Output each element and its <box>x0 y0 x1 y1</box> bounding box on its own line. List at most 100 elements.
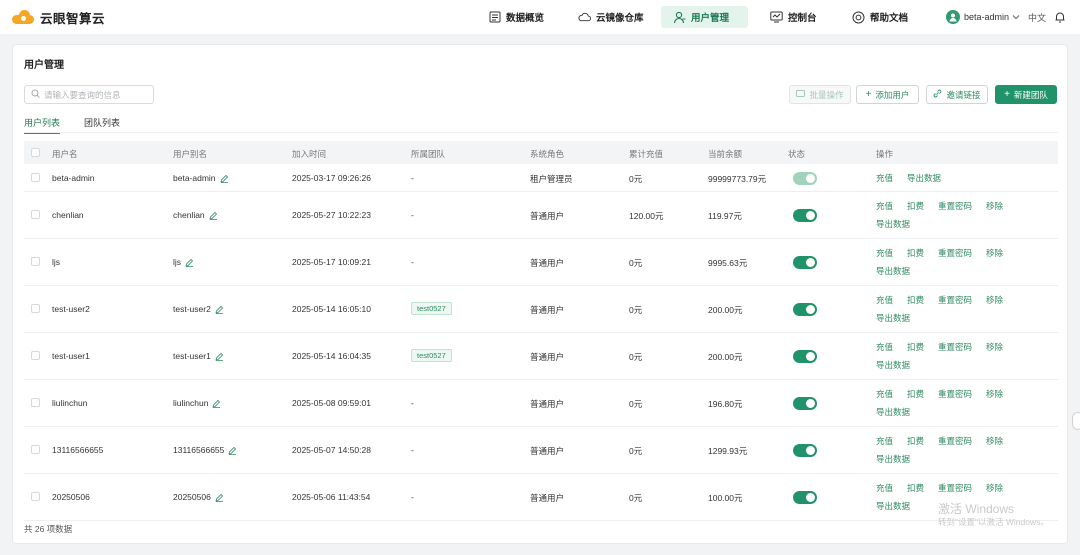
alias-cell: test-user1 <box>173 351 224 361</box>
windows-activation-watermark: 激活 Windows 转到"设置"以激活 Windows。 <box>938 502 1049 528</box>
balance-cell: 119.97元 <box>708 211 742 221</box>
deduct-link[interactable]: 扣费 <box>907 291 924 309</box>
remove-link[interactable]: 移除 <box>986 479 1003 497</box>
edit-icon[interactable] <box>219 174 229 183</box>
plus-icon: + <box>1004 88 1010 100</box>
nav-image-registry[interactable]: 云镜像仓库 <box>566 6 656 28</box>
dashboard-icon <box>488 11 501 24</box>
deduct-link[interactable]: 扣费 <box>907 479 924 497</box>
export-data-link[interactable]: 导出数据 <box>876 215 1012 233</box>
recharge-cell: 0元 <box>629 352 643 362</box>
status-toggle[interactable] <box>793 256 817 269</box>
batch-operation-button[interactable]: 批量操作 <box>789 85 851 104</box>
status-toggle[interactable] <box>793 303 817 316</box>
row-checkbox[interactable] <box>31 492 40 501</box>
reset-password-link[interactable]: 重置密码 <box>938 385 972 403</box>
nav-help-docs[interactable]: 帮助文档 <box>840 6 920 28</box>
nav-user-management[interactable]: 用户管理 <box>661 6 748 28</box>
recharge-link[interactable]: 充值 <box>876 385 893 403</box>
recharge-link[interactable]: 充值 <box>876 197 893 215</box>
status-toggle[interactable] <box>793 350 817 363</box>
reset-password-link[interactable]: 重置密码 <box>938 338 972 356</box>
status-toggle[interactable] <box>793 209 817 222</box>
status-toggle[interactable] <box>793 444 817 457</box>
nav-label: 用户管理 <box>691 13 730 24</box>
invite-link-label: 邀请链接 <box>946 89 981 100</box>
new-team-button[interactable]: + 新建团队 <box>995 85 1057 104</box>
edit-icon[interactable] <box>215 352 224 361</box>
export-data-link[interactable]: 导出数据 <box>876 450 1012 468</box>
edit-icon[interactable] <box>215 493 224 502</box>
tab-team-list[interactable]: 团队列表 <box>84 116 120 132</box>
export-data-link[interactable]: 导出数据 <box>907 169 941 187</box>
remove-link[interactable]: 移除 <box>986 197 1003 215</box>
balance-cell: 200.00元 <box>708 352 743 362</box>
export-data-link[interactable]: 导出数据 <box>876 262 1012 280</box>
deduct-link[interactable]: 扣费 <box>907 432 924 450</box>
status-toggle[interactable] <box>793 491 817 504</box>
username-cell: test-user1 <box>52 351 90 361</box>
deduct-link[interactable]: 扣费 <box>907 338 924 356</box>
tab-user-list[interactable]: 用户列表 <box>24 116 61 134</box>
export-data-link[interactable]: 导出数据 <box>876 356 1012 374</box>
select-all-checkbox[interactable] <box>31 148 40 157</box>
row-checkbox[interactable] <box>31 257 40 266</box>
language-switch[interactable]: 中文 <box>1028 11 1046 24</box>
deduct-link[interactable]: 扣费 <box>907 244 924 262</box>
user-menu[interactable]: beta-admin 中文 <box>946 9 1066 25</box>
row-checkbox[interactable] <box>31 173 40 182</box>
reset-password-link[interactable]: 重置密码 <box>938 479 972 497</box>
edit-icon[interactable] <box>212 399 221 408</box>
nav-console[interactable]: 控制台 <box>758 6 829 28</box>
recharge-link[interactable]: 充值 <box>876 169 893 187</box>
row-checkbox[interactable] <box>31 210 40 219</box>
team-cell: - <box>411 173 414 183</box>
remove-link[interactable]: 移除 <box>986 385 1003 403</box>
export-data-link[interactable]: 导出数据 <box>876 403 1012 421</box>
remove-link[interactable]: 移除 <box>986 338 1003 356</box>
remove-link[interactable]: 移除 <box>986 432 1003 450</box>
reset-password-link[interactable]: 重置密码 <box>938 291 972 309</box>
bell-icon[interactable] <box>1054 11 1066 23</box>
reset-password-link[interactable]: 重置密码 <box>938 244 972 262</box>
username-cell: 20250506 <box>52 492 90 502</box>
row-checkbox[interactable] <box>31 351 40 360</box>
table-row: test-user2 test-user2 2025-05-14 16:05:1… <box>24 286 1058 333</box>
remove-link[interactable]: 移除 <box>986 291 1003 309</box>
edit-icon[interactable] <box>215 305 224 314</box>
invite-link-button[interactable]: 邀请链接 <box>926 85 988 104</box>
user-table: 用户名 用户别名 加入时间 所属团队 系统角色 累计充值 当前余额 状态 操作 … <box>24 141 1058 521</box>
row-checkbox[interactable] <box>31 398 40 407</box>
row-checkbox[interactable] <box>31 445 40 454</box>
remove-link[interactable]: 移除 <box>986 244 1003 262</box>
status-toggle[interactable] <box>793 172 817 185</box>
add-user-button[interactable]: + 添加用户 <box>856 85 919 104</box>
search-input[interactable] <box>44 89 149 100</box>
search-box[interactable] <box>24 85 154 104</box>
recharge-link[interactable]: 充值 <box>876 432 893 450</box>
avatar <box>946 10 960 24</box>
add-user-label: 添加用户 <box>875 89 910 100</box>
status-toggle[interactable] <box>793 397 817 410</box>
reset-password-link[interactable]: 重置密码 <box>938 432 972 450</box>
export-data-link[interactable]: 导出数据 <box>876 309 1012 327</box>
recharge-link[interactable]: 充值 <box>876 338 893 356</box>
deduct-link[interactable]: 扣费 <box>907 385 924 403</box>
side-panel-handle[interactable] <box>1072 412 1080 430</box>
nav-dashboard[interactable]: 数据概览 <box>476 6 556 28</box>
reset-password-link[interactable]: 重置密码 <box>938 197 972 215</box>
recharge-link[interactable]: 充值 <box>876 244 893 262</box>
alias-cell: test-user2 <box>173 304 224 314</box>
link-icon <box>933 89 942 101</box>
cloud-icon <box>578 11 591 24</box>
recharge-link[interactable]: 充值 <box>876 291 893 309</box>
edit-icon[interactable] <box>228 446 237 455</box>
balance-cell: 196.80元 <box>708 399 743 409</box>
edit-icon[interactable] <box>209 211 218 220</box>
deduct-link[interactable]: 扣费 <box>907 197 924 215</box>
brand[interactable]: 云眼智算云 <box>12 8 105 26</box>
row-checkbox[interactable] <box>31 304 40 313</box>
search-icon <box>31 89 40 100</box>
edit-icon[interactable] <box>185 258 194 267</box>
recharge-link[interactable]: 充值 <box>876 479 893 497</box>
